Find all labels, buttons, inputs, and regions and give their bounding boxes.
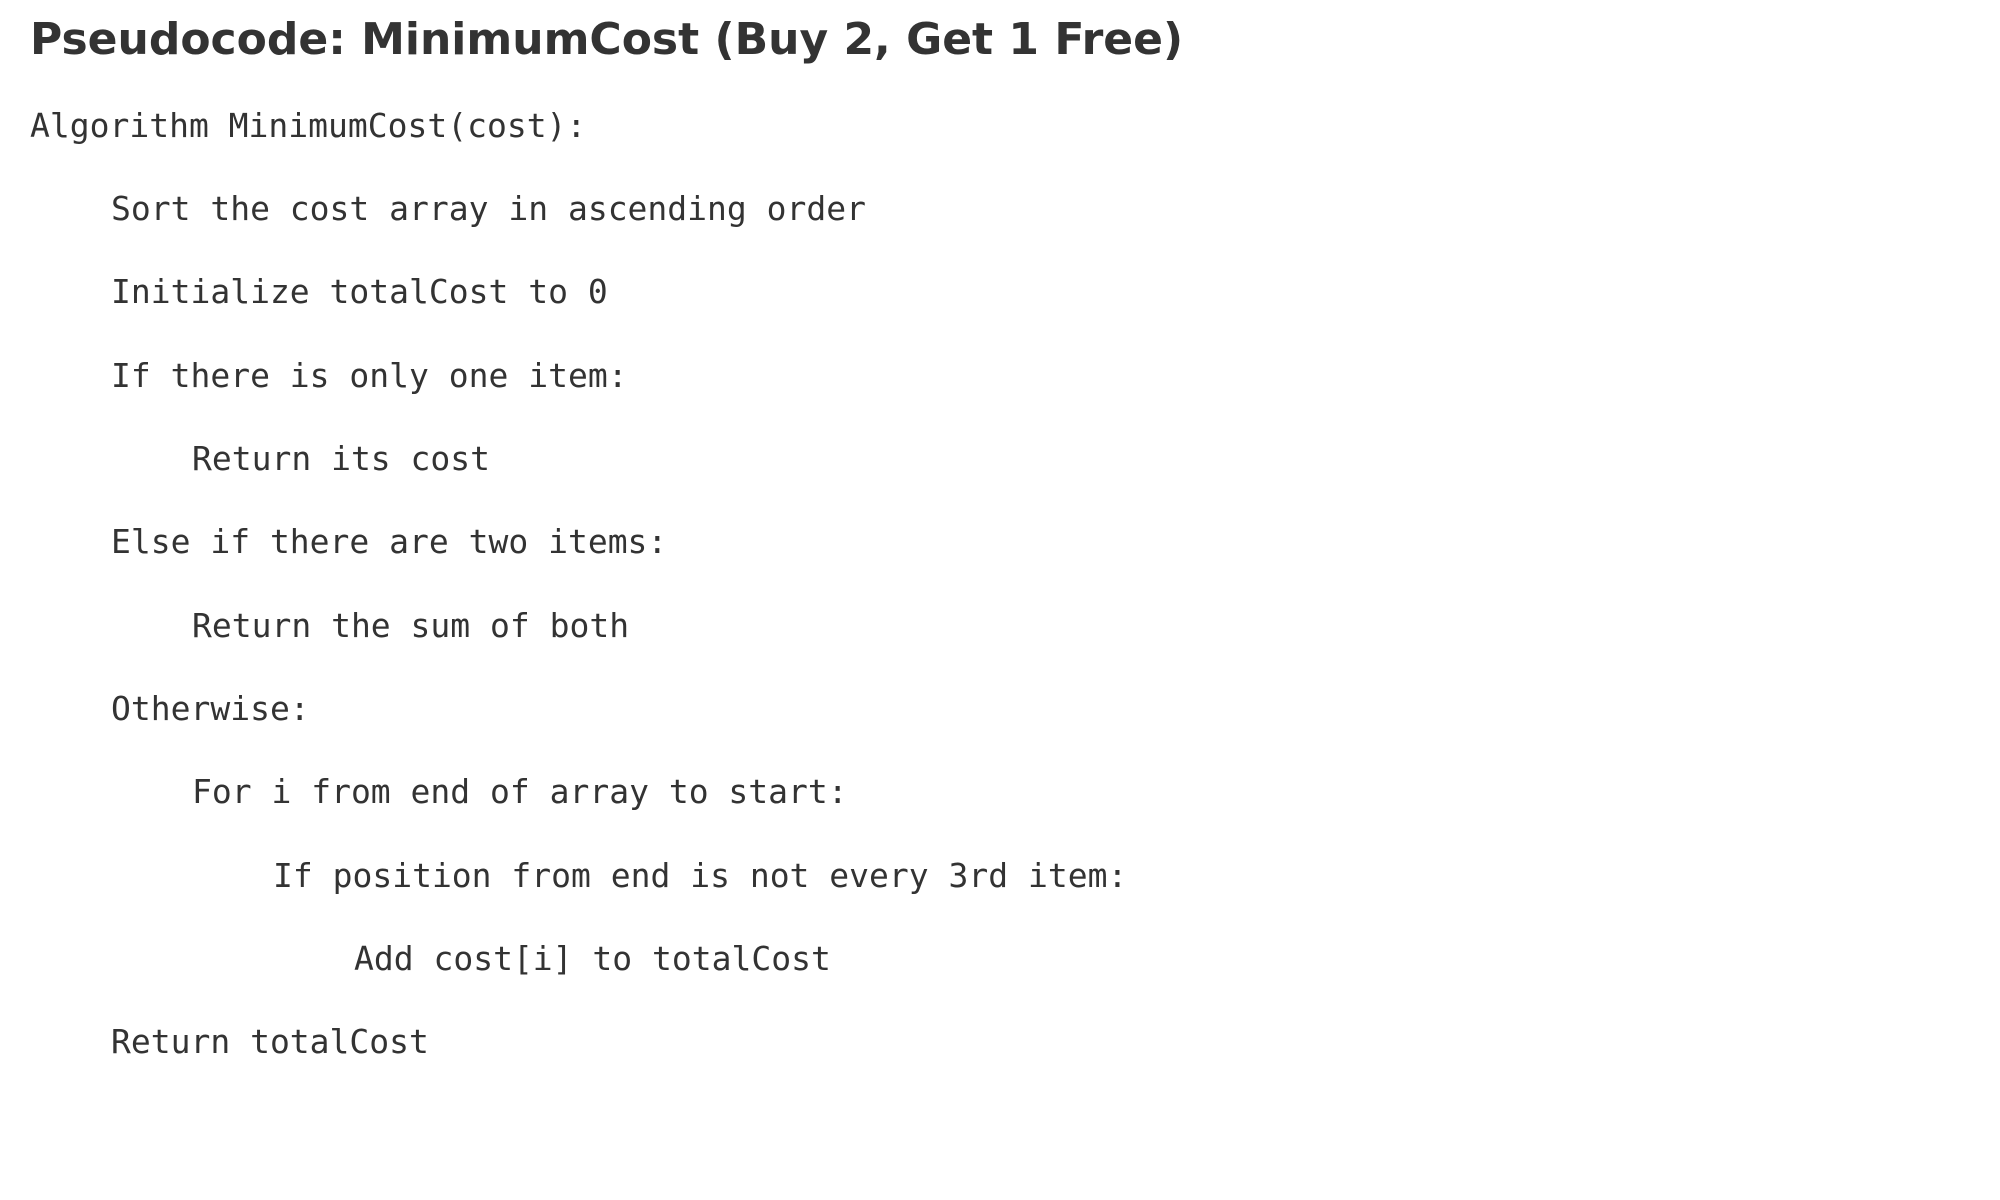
code-line-algorithm-header: Algorithm MinimumCost(cost): bbox=[30, 106, 587, 145]
code-line-return-sum: Return the sum of both bbox=[192, 606, 630, 645]
code-line-else-if-two: Else if there are two items: bbox=[111, 522, 668, 561]
code-line-if-one-item: If there is only one item: bbox=[111, 356, 628, 395]
code-line-add-cost: Add cost[i] to totalCost bbox=[354, 939, 831, 978]
code-line-for-loop: For i from end of array to start: bbox=[192, 772, 848, 811]
code-line-sort: Sort the cost array in ascending order bbox=[111, 189, 866, 228]
pseudocode-page: Pseudocode: MinimumCost (Buy 2, Get 1 Fr… bbox=[0, 0, 2000, 1200]
code-line-otherwise: Otherwise: bbox=[111, 689, 310, 728]
page-title: Pseudocode: MinimumCost (Buy 2, Get 1 Fr… bbox=[30, 14, 1184, 65]
code-line-return-total: Return totalCost bbox=[111, 1022, 429, 1061]
code-line-return-its-cost: Return its cost bbox=[192, 439, 491, 478]
code-line-initialize: Initialize totalCost to 0 bbox=[111, 272, 608, 311]
code-line-if-position: If position from end is not every 3rd it… bbox=[273, 856, 1128, 895]
